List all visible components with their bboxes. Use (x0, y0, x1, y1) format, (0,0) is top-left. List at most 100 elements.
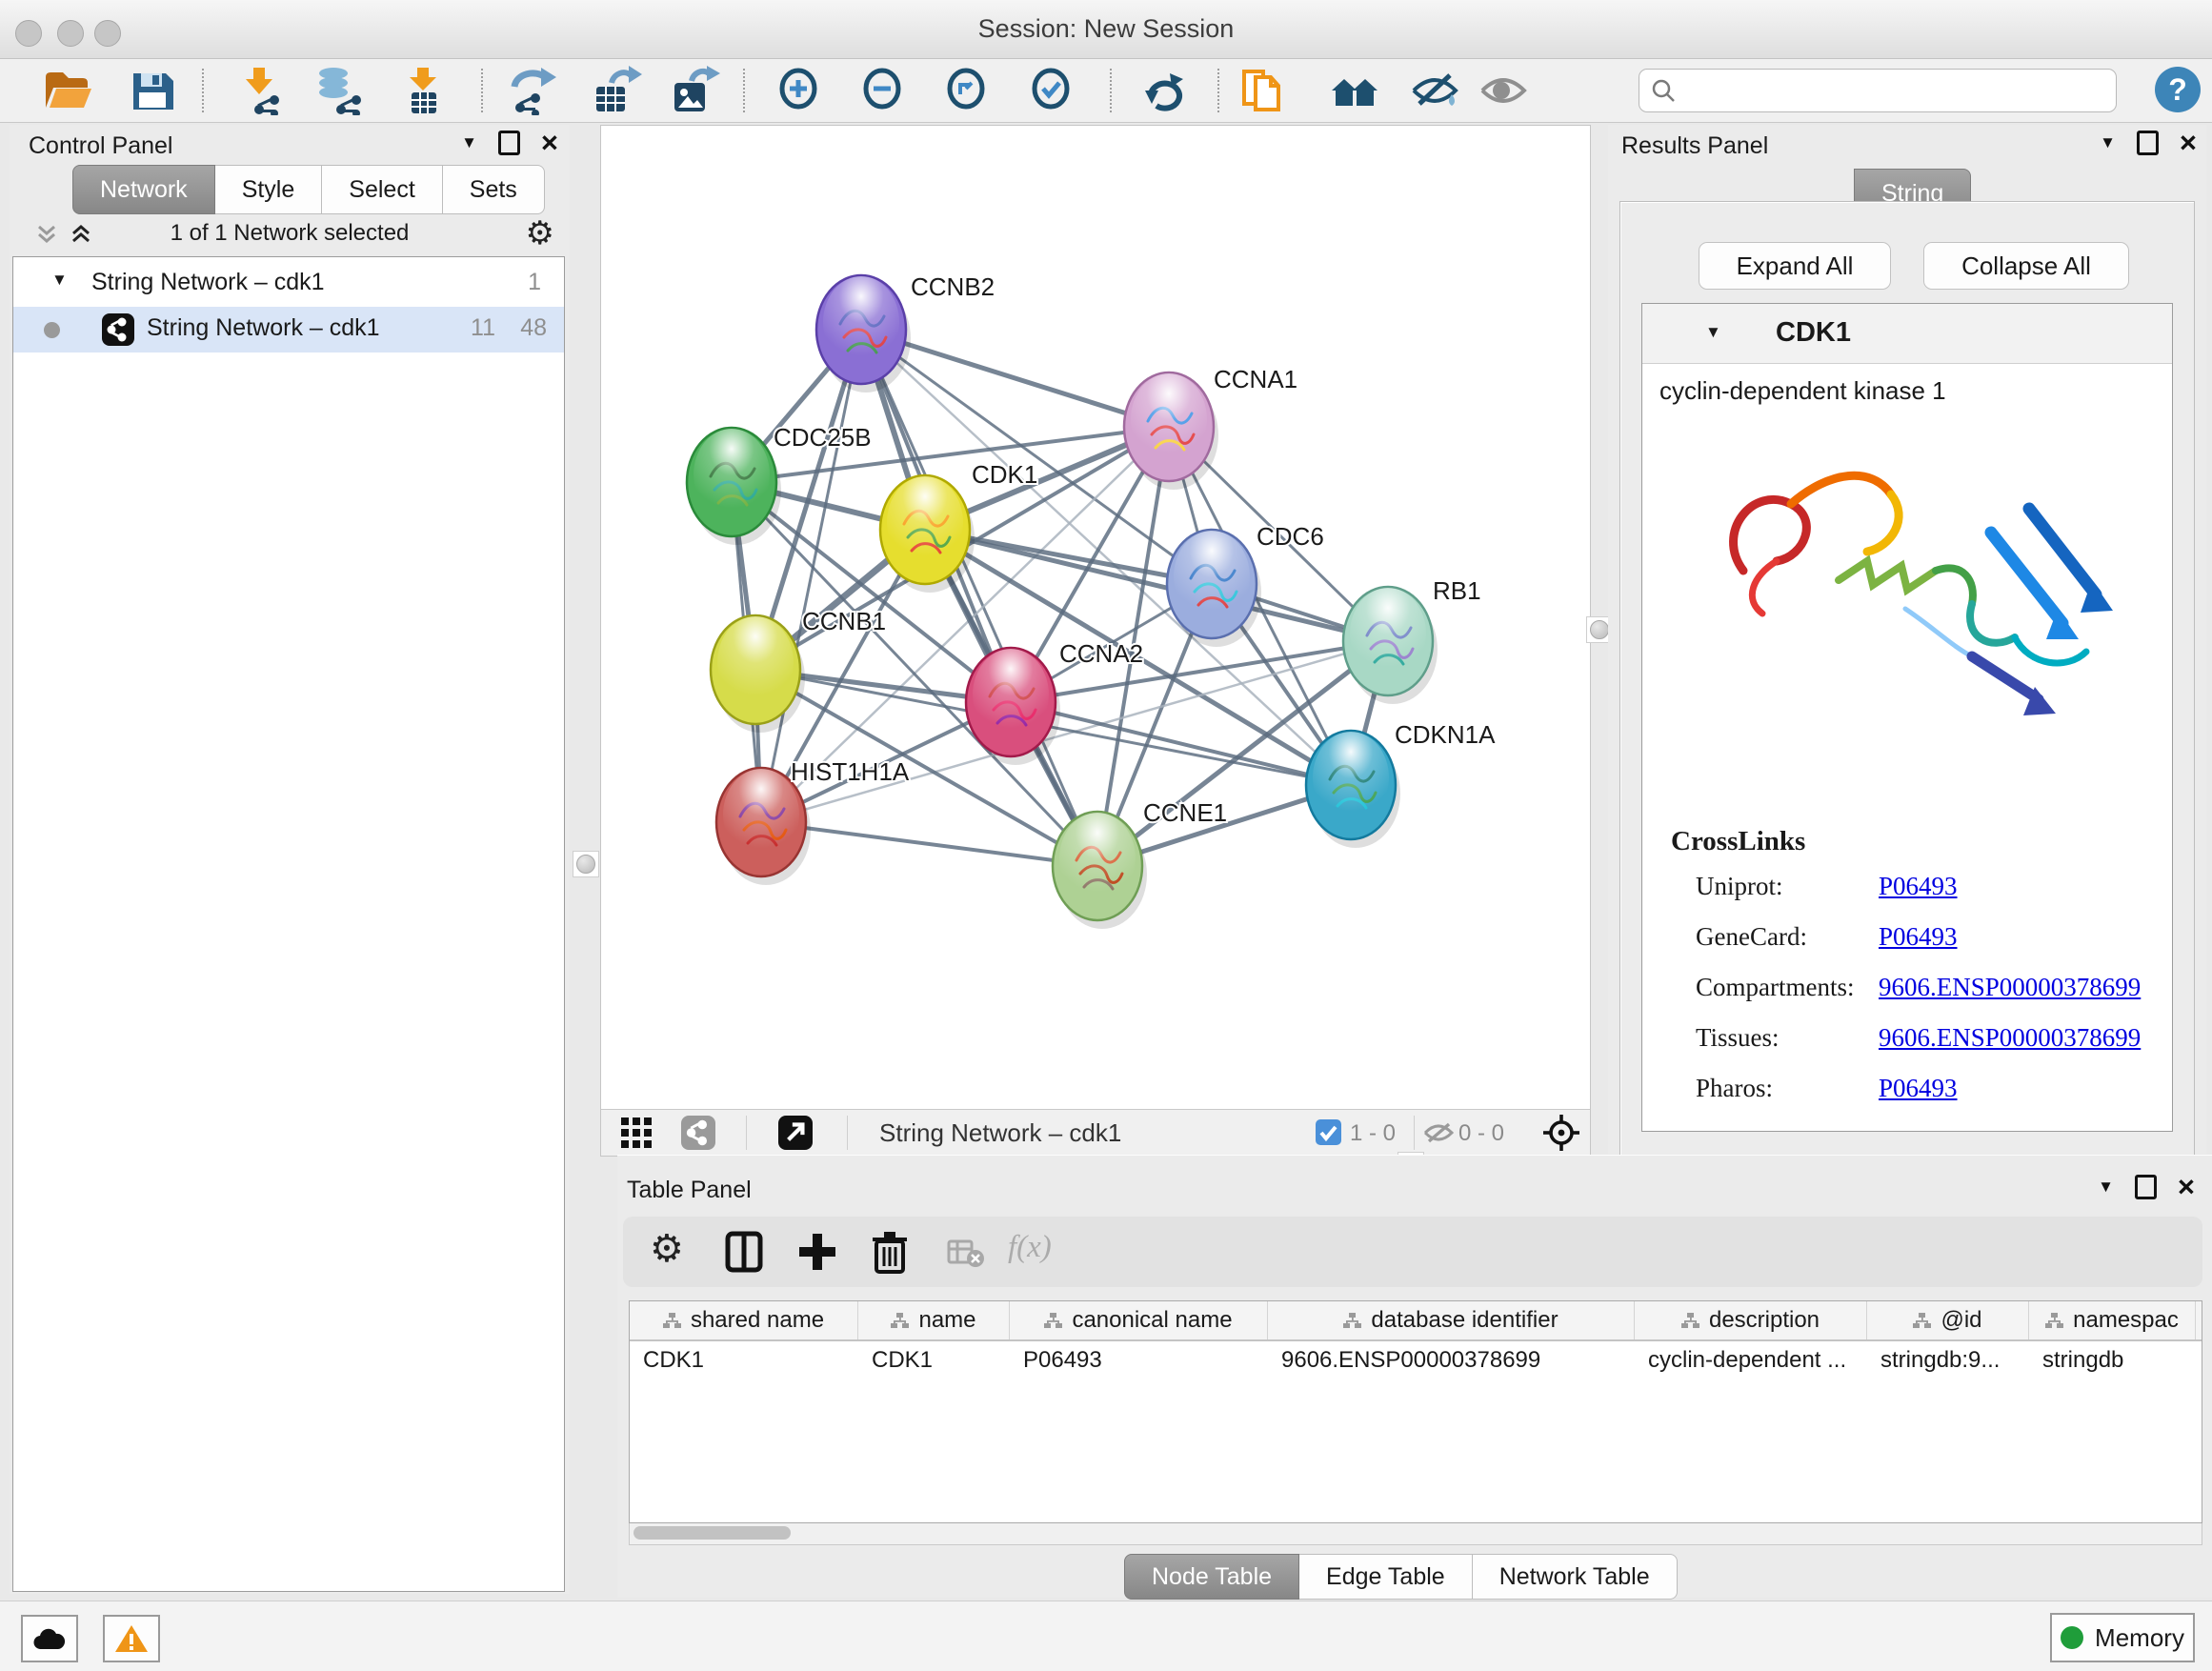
detach-view-icon[interactable] (778, 1116, 813, 1150)
tab-node-table[interactable]: Node Table (1124, 1554, 1299, 1600)
selected-checkbox-icon[interactable] (1316, 1119, 1341, 1145)
network-status-dot (44, 322, 60, 338)
table-row[interactable]: CDK1CDK1P064939606.ENSP00000378699cyclin… (630, 1341, 2202, 1379)
table-cell[interactable]: stringdb:9... (1867, 1341, 2029, 1379)
table-cell[interactable]: P06493 (1010, 1341, 1268, 1379)
panel-menu-icon[interactable]: ▼ (2100, 133, 2116, 152)
table-cell[interactable]: CDK1 (858, 1341, 1010, 1379)
cloud-sync-button[interactable] (21, 1615, 78, 1662)
show-all-eye-icon[interactable] (1477, 66, 1530, 115)
crosslink-link[interactable]: P06493 (1879, 1074, 1958, 1103)
column-header-shared-name[interactable]: shared name (630, 1301, 858, 1339)
tab-network-table[interactable]: Network Table (1473, 1554, 1678, 1600)
panel-close-icon[interactable]: × (2180, 133, 2197, 152)
grid-view-icon[interactable] (620, 1117, 654, 1149)
zoom-out-icon[interactable] (855, 66, 909, 115)
create-column-icon[interactable] (794, 1230, 840, 1274)
memory-button[interactable]: Memory (2050, 1613, 2195, 1662)
zoom-selected-icon[interactable] (1024, 66, 1077, 115)
crosslink-row-uniprot: Uniprot: P06493 (1696, 872, 2153, 922)
warnings-button[interactable] (103, 1615, 160, 1662)
panel-close-icon[interactable]: × (541, 133, 558, 152)
node-CCNB1[interactable] (711, 615, 805, 733)
export-image-icon[interactable] (667, 66, 720, 115)
crosslink-link[interactable]: 9606.ENSP00000378699 (1879, 973, 2141, 1002)
node-card-header[interactable]: ▼ CDK1 (1642, 304, 2172, 364)
tab-style[interactable]: Style (215, 165, 323, 214)
node-CDKN1A[interactable] (1306, 731, 1400, 848)
search-input[interactable] (1639, 69, 2117, 112)
panel-close-icon[interactable]: × (2178, 1178, 2195, 1197)
network-graph[interactable]: CCNB2CCNA1CDC25BCDK1CDC6RB1CCNB1CCNA2CDK… (601, 126, 1588, 1108)
panel-float-icon[interactable] (498, 131, 520, 155)
tab-network[interactable]: Network (72, 165, 215, 214)
vertical-splitter-handle[interactable] (573, 851, 599, 877)
table-options-gear-icon[interactable]: ⚙ (650, 1230, 695, 1274)
panel-float-icon[interactable] (2137, 131, 2159, 155)
node-CDC25B[interactable] (687, 428, 781, 545)
node-CCNE1[interactable] (1053, 812, 1147, 929)
zoom-fit-icon[interactable] (939, 66, 993, 115)
save-session-icon[interactable] (126, 66, 179, 115)
export-table-icon[interactable] (589, 66, 642, 115)
hidden-eye-icon[interactable] (1422, 1120, 1455, 1145)
delete-column-trash-icon[interactable] (867, 1230, 913, 1274)
network-collection-row[interactable]: ▼ String Network – cdk1 1 (13, 261, 564, 307)
function-builder-icon[interactable]: f(x) (1008, 1230, 1054, 1274)
table-horizontal-scrollbar[interactable] (629, 1523, 2202, 1545)
scrollbar-thumb[interactable] (633, 1526, 791, 1540)
table-cell[interactable]: CDK1 (630, 1341, 858, 1379)
clone-network-icon[interactable] (1235, 66, 1288, 115)
apply-layout-icon[interactable] (1137, 66, 1191, 115)
table-cell[interactable]: 9606.ENSP00000378699 (1268, 1341, 1635, 1379)
import-network-file-icon[interactable] (232, 66, 286, 115)
node-CCNA1[interactable] (1124, 372, 1218, 490)
column-header-description[interactable]: description (1635, 1301, 1867, 1339)
help-button[interactable]: ? (2155, 67, 2201, 112)
column-header-database-identifier[interactable]: database identifier (1268, 1301, 1635, 1339)
delete-table-icon[interactable] (947, 1238, 985, 1268)
crosslink-link[interactable]: 9606.ENSP00000378699 (1879, 1023, 2141, 1053)
column-header-name[interactable]: name (858, 1301, 1010, 1339)
network-options-gear-icon[interactable]: ⚙ (526, 217, 554, 250)
show-columns-icon[interactable] (722, 1230, 768, 1274)
node-CCNA2[interactable] (966, 648, 1060, 765)
import-table-file-icon[interactable] (396, 66, 450, 115)
node-CDK1[interactable] (880, 475, 975, 593)
crosslink-link[interactable]: P06493 (1879, 872, 1958, 901)
expand-all-button[interactable]: Expand All (1699, 242, 1891, 290)
collection-expander-icon[interactable]: ▼ (51, 271, 68, 290)
panel-menu-icon[interactable]: ▼ (2098, 1178, 2114, 1197)
tab-edge-table[interactable]: Edge Table (1299, 1554, 1473, 1600)
edge-CCNB2-HIST1H1A[interactable] (761, 330, 861, 822)
crosslink-link[interactable]: P06493 (1879, 922, 1958, 952)
fit-content-crosshair-icon[interactable] (1542, 1114, 1580, 1152)
titlebar: Session: New Session (0, 0, 2212, 59)
crosslink-label: GeneCard: (1696, 922, 1807, 951)
column-header-namespac[interactable]: namespac (2029, 1301, 2196, 1339)
column-header-id[interactable]: @id (1867, 1301, 2029, 1339)
node-CCNB2[interactable] (816, 275, 911, 393)
export-network-icon[interactable] (507, 66, 560, 115)
collapse-all-button[interactable]: Collapse All (1923, 242, 2129, 290)
open-session-icon[interactable] (40, 66, 93, 115)
panel-menu-icon[interactable]: ▼ (461, 133, 477, 152)
node-RB1[interactable] (1343, 587, 1438, 704)
tab-sets[interactable]: Sets (443, 165, 545, 214)
table-cell[interactable]: cyclin-dependent ... (1635, 1341, 1867, 1379)
tab-select[interactable]: Select (322, 165, 442, 214)
network-view[interactable]: CCNB2CCNA1CDC25BCDK1CDC6RB1CCNB1CCNA2CDK… (600, 125, 1591, 1157)
node-CDC6[interactable] (1167, 530, 1261, 647)
zoom-in-icon[interactable] (772, 66, 825, 115)
edge-HIST1H1A-CCNE1[interactable] (761, 822, 1097, 866)
table-cell[interactable]: stringdb (2029, 1341, 2196, 1379)
collapse-entry-icon[interactable]: ▼ (1705, 323, 1721, 342)
network-row[interactable]: String Network – cdk1 11 48 (13, 307, 564, 352)
panel-float-icon[interactable] (2135, 1175, 2157, 1199)
crosslink-label: Uniprot: (1696, 872, 1783, 900)
home-neighbors-icon[interactable] (1328, 66, 1381, 115)
import-network-database-icon[interactable] (312, 66, 366, 115)
column-header-canonical-name[interactable]: canonical name (1010, 1301, 1268, 1339)
hide-selected-eye-icon[interactable] (1408, 66, 1461, 115)
network-birdseye-icon[interactable] (681, 1116, 715, 1150)
